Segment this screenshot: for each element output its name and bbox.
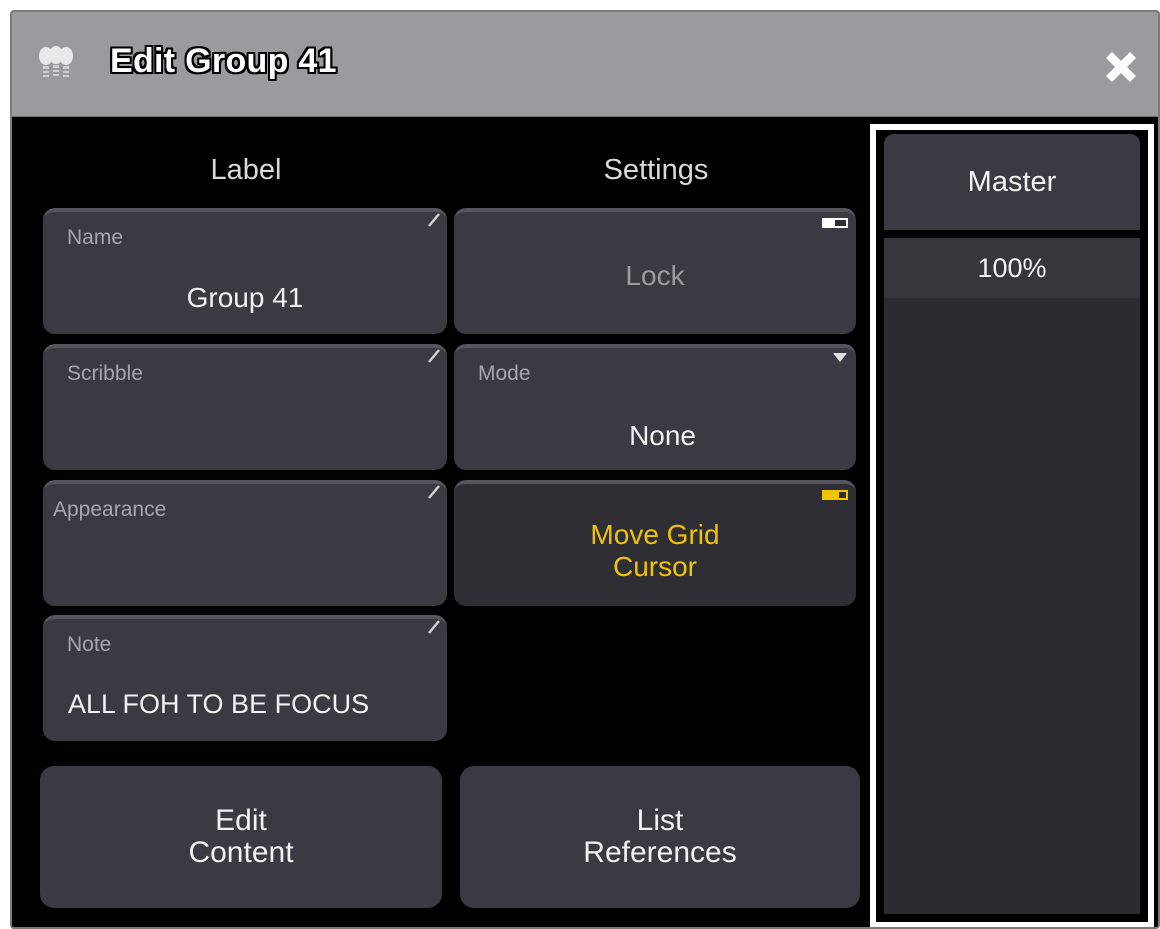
title-bar[interactable]: Edit Group 41 <box>12 12 1158 117</box>
close-icon[interactable] <box>1100 46 1142 88</box>
mode-select[interactable]: Mode None <box>454 344 856 470</box>
edit-corner-icon <box>428 485 440 499</box>
appearance-field-label: Appearance <box>53 498 167 521</box>
mode-select-value: None <box>629 420 696 451</box>
name-field-value: Group 41 <box>186 282 304 313</box>
edit-corner-icon <box>428 213 440 227</box>
master-panel: Master 100% <box>870 124 1154 927</box>
lock-toggle[interactable]: Lock <box>454 208 856 334</box>
note-field-label: Note <box>67 633 112 656</box>
move-grid-cursor-line2: Cursor <box>612 551 697 582</box>
edit-content-line2: Content <box>188 836 294 869</box>
name-field-label: Name <box>67 226 124 249</box>
scribble-field-label: Scribble <box>67 362 143 385</box>
list-references-line1: List <box>636 804 684 837</box>
move-grid-cursor-line1: Move Grid <box>590 519 720 550</box>
mode-select-label: Mode <box>478 362 531 385</box>
master-value: 100% <box>884 238 1140 298</box>
master-fader[interactable]: 100% <box>884 238 1140 914</box>
list-references-button[interactable]: List References <box>460 766 860 908</box>
toggle-indicator-icon <box>822 218 848 228</box>
settings-column-heading: Settings <box>603 154 709 186</box>
edit-corner-icon <box>428 349 440 363</box>
note-field[interactable]: Note ALL FOH TO BE FOCUS <box>43 615 447 741</box>
move-grid-cursor-toggle[interactable]: Move Grid Cursor <box>454 480 856 606</box>
master-heading[interactable]: Master <box>884 134 1140 230</box>
dialog-title: Edit Group 41 <box>110 42 337 80</box>
scribble-field[interactable]: Scribble <box>43 344 447 470</box>
edit-group-dialog: Edit Group 41 Label Settings Name Group … <box>10 10 1160 929</box>
edit-corner-icon <box>428 620 440 634</box>
lock-toggle-label: Lock <box>625 260 685 291</box>
appearance-field[interactable]: Appearance <box>43 480 447 606</box>
lights-group-icon <box>39 46 73 77</box>
toggle-indicator-icon <box>822 490 848 500</box>
edit-content-button[interactable]: Edit Content <box>40 766 442 908</box>
label-column-heading: Label <box>210 154 282 186</box>
edit-content-line1: Edit <box>215 804 267 837</box>
list-references-line2: References <box>583 836 737 869</box>
dropdown-triangle-icon <box>833 353 847 362</box>
note-field-value: ALL FOH TO BE FOCUS <box>68 689 370 719</box>
name-field[interactable]: Name Group 41 <box>43 208 447 334</box>
